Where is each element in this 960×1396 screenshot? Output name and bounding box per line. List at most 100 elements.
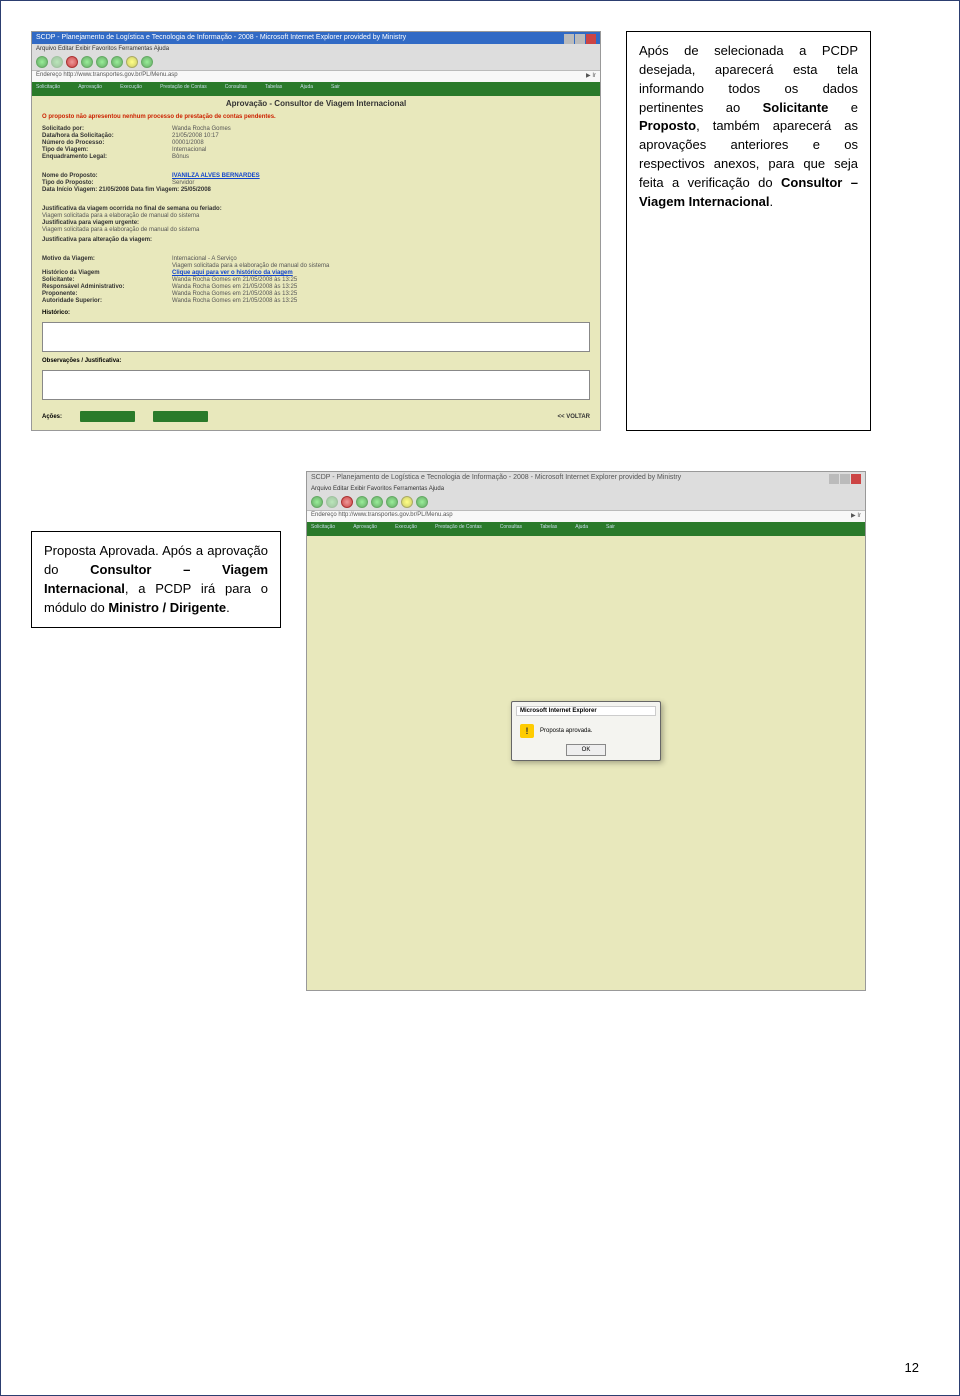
nav-item[interactable]: Ajuda (575, 524, 588, 534)
nav-item[interactable]: Aprovação (353, 524, 377, 534)
forward-icon[interactable] (326, 496, 338, 508)
nav-item[interactable]: Execução (120, 84, 142, 94)
go-button[interactable]: ▶ Ir (851, 512, 861, 521)
page-title: Aprovação - Consultor de Viagem Internac… (32, 96, 600, 111)
callout-bold: Solicitante (763, 100, 829, 115)
justif-text: Viagem solicitada para a elaboração de m… (42, 227, 199, 233)
field-label: Proponente: (42, 291, 172, 297)
toolbar (307, 494, 865, 510)
maximize-icon[interactable] (575, 34, 585, 44)
field-value: Wanda Rocha Gomes em 21/05/2008 às 13:25 (172, 291, 297, 297)
maximize-icon[interactable] (840, 474, 850, 484)
field-value: Internacional (172, 147, 206, 153)
nav-item[interactable]: Sair (331, 84, 340, 94)
nav-item[interactable]: Tabelas (265, 84, 282, 94)
field-label: Autoridade Superior: (42, 298, 172, 304)
field-value: Wanda Rocha Gomes (172, 126, 231, 132)
ok-button[interactable]: OK (566, 744, 606, 756)
historico-textarea[interactable] (42, 322, 590, 352)
address-bar: Endereço http://www.transportes.gov.br/P… (32, 70, 600, 82)
field-label: Solicitante: (42, 277, 172, 283)
nav-item[interactable]: Tabelas (540, 524, 557, 534)
stop-icon[interactable] (341, 496, 353, 508)
bottom-section: Proposta Aprovada. Após a aprovação do C… (31, 471, 929, 991)
nav-item[interactable]: Aprovação (78, 84, 102, 94)
nav-item[interactable]: Solicitação (311, 524, 335, 534)
home-icon[interactable] (96, 56, 108, 68)
go-button[interactable]: ▶ Ir (586, 72, 596, 81)
screenshot-approval-form: SCDP - Planejamento de Logística e Tecno… (31, 31, 601, 431)
nav-item[interactable]: Ajuda (300, 84, 313, 94)
history-icon[interactable] (416, 496, 428, 508)
callout-bold: Ministro / Dirigente (108, 600, 226, 615)
callout-text: e (828, 100, 858, 115)
motivo-info: Motivo da Viagem:Internacional - A Servi… (32, 253, 600, 308)
field-label: Histórico da Viagem (42, 270, 172, 276)
menu-bar[interactable]: Arquivo Editar Exibir Favoritos Ferramen… (32, 44, 600, 54)
obs-textarea[interactable] (42, 370, 590, 400)
nav-item[interactable]: Consultas (225, 84, 247, 94)
callout-box-2: Proposta Aprovada. Após a aprovação do C… (31, 531, 281, 628)
close-icon[interactable] (586, 34, 596, 44)
favorites-icon[interactable] (126, 56, 138, 68)
field-label: Data Início Viagem: 21/05/2008 Data fim … (42, 187, 211, 193)
justif-urg-title: Justificativa para viagem urgente: (42, 220, 139, 226)
history-link[interactable]: Clique aqui para ver o histórico da viag… (172, 270, 293, 276)
field-label: Motivo da Viagem: (42, 256, 172, 262)
nav-tabs[interactable]: Solicitação Aprovação Execução Prestação… (307, 522, 865, 536)
reject-button[interactable] (153, 411, 208, 422)
obs-label: Observações / Justificativa: (32, 356, 600, 366)
justif-alt-title: Justificativa para alteração da viagem: (42, 237, 152, 243)
nav-item[interactable]: Prestação de Contas (435, 524, 482, 534)
minimize-icon[interactable] (564, 34, 574, 44)
minimize-icon[interactable] (829, 474, 839, 484)
field-value: Wanda Rocha Gomes em 21/05/2008 às 13:25 (172, 284, 297, 290)
forward-icon[interactable] (51, 56, 63, 68)
field-value: 00001/2008 (172, 140, 204, 146)
toolbar (32, 54, 600, 70)
page-number: 12 (905, 1360, 919, 1375)
proponent-info: Nome do Proposto:IVANILZA ALVES BERNARDE… (32, 170, 600, 197)
field-value: Wanda Rocha Gomes em 21/05/2008 às 13:25 (172, 298, 297, 304)
history-icon[interactable] (141, 56, 153, 68)
browser-chrome: SCDP - Planejamento de Logística e Tecno… (307, 472, 865, 522)
field-label: Nome do Proposto: (42, 173, 172, 179)
nav-item[interactable]: Solicitação (36, 84, 60, 94)
favorites-icon[interactable] (401, 496, 413, 508)
field-value-link[interactable]: IVANILZA ALVES BERNARDES (172, 173, 260, 179)
field-label: Solicitado por: (42, 126, 172, 132)
search-icon[interactable] (111, 56, 123, 68)
back-icon[interactable] (36, 56, 48, 68)
home-icon[interactable] (371, 496, 383, 508)
field-value: Bônus (172, 154, 189, 160)
approve-button[interactable] (80, 411, 135, 422)
request-info: Solicitado por:Wanda Rocha Gomes Data/ho… (32, 123, 600, 164)
alert-popup: Microsoft Internet Explorer ! Proposta a… (511, 701, 661, 761)
refresh-icon[interactable] (81, 56, 93, 68)
nav-item[interactable]: Consultas (500, 524, 522, 534)
nav-tabs[interactable]: Solicitação Aprovação Execução Prestação… (32, 82, 600, 96)
nav-item[interactable]: Execução (395, 524, 417, 534)
menu-bar[interactable]: Arquivo Editar Exibir Favoritos Ferramen… (307, 484, 865, 494)
field-label: Data/hora da Solicitação: (42, 133, 172, 139)
field-label: Responsável Administrativo: (42, 284, 172, 290)
form-actions: Ações: << VOLTAR (42, 411, 590, 422)
refresh-icon[interactable] (356, 496, 368, 508)
back-icon[interactable] (311, 496, 323, 508)
back-button[interactable]: << VOLTAR (558, 414, 590, 420)
field-label: Tipo de Viagem: (42, 147, 172, 153)
search-icon[interactable] (386, 496, 398, 508)
historico-label: Histórico: (32, 308, 600, 318)
nav-item[interactable]: Sair (606, 524, 615, 534)
acoes-label: Ações: (42, 414, 62, 420)
field-label: Enquadramento Legal: (42, 154, 172, 160)
callout-bold: Proposto (639, 118, 696, 133)
stop-icon[interactable] (66, 56, 78, 68)
browser-title-bar: SCDP - Planejamento de Logística e Tecno… (307, 472, 865, 484)
nav-item[interactable]: Prestação de Contas (160, 84, 207, 94)
popup-body: ! Proposta aprovada. (516, 722, 656, 740)
callout-box-1: Após de selecionada a PCDP desejada, apa… (626, 31, 871, 431)
justification-info: Justificativa da viagem ocorrida no fina… (32, 203, 600, 247)
top-section: SCDP - Planejamento de Logística e Tecno… (31, 31, 929, 431)
close-icon[interactable] (851, 474, 861, 484)
